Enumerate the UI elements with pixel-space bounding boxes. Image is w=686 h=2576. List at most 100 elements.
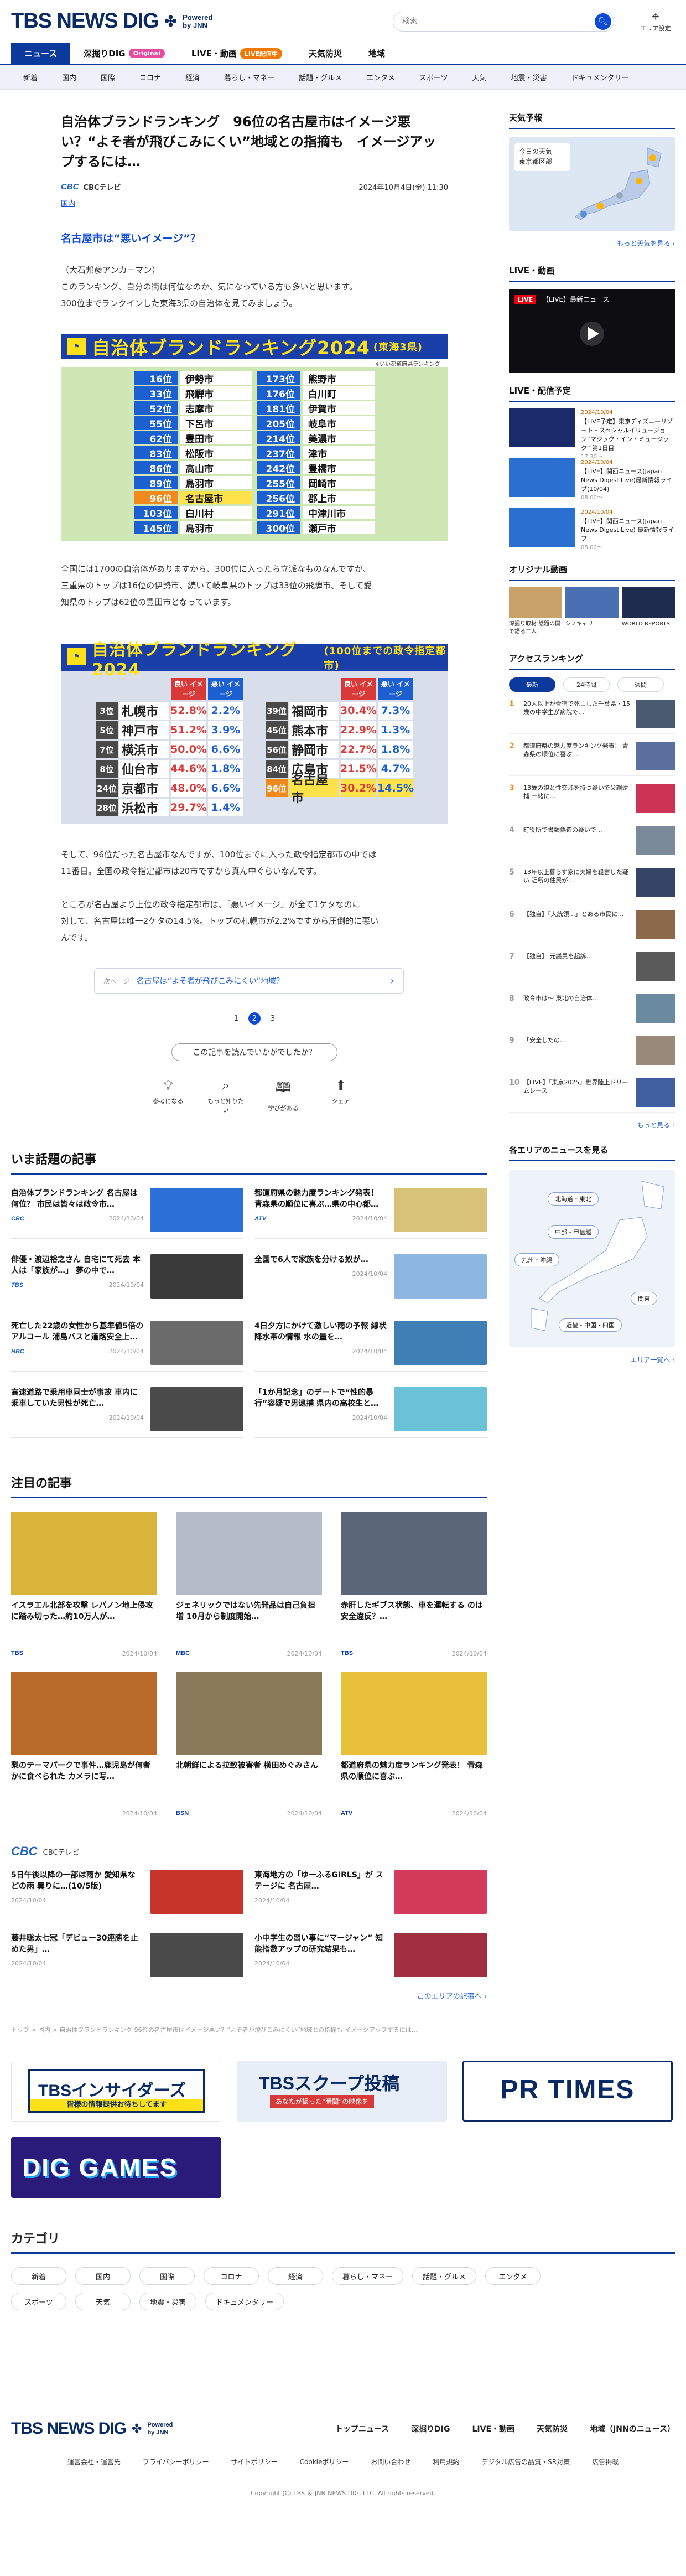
ranking-item[interactable]: 5 13年以上暮らす家に夫婦を殺害した疑い 近所の住民が…	[509, 868, 675, 902]
cbc-article[interactable]: 東海地方の「ゆーふるGIRLS」が ステージに 名古屋… 2024/10/04	[254, 1870, 487, 1920]
trending-article[interactable]: 高速道路で乗用車同士が事故 車内に乗車していた男性が死亡… 2024/10/04	[11, 1387, 243, 1438]
ranking-item[interactable]: 4 町役所で書類偽造の疑いで…	[509, 826, 675, 860]
banner-tbs-insiders[interactable]: TBSインサイダーズ 皆様の情報提供お待ちしてます	[11, 2061, 221, 2122]
subnav-item[interactable]: 国際	[89, 72, 127, 82]
area-pill-hokkaido-tohoku[interactable]: 北海道・東北	[548, 1192, 599, 1206]
ranking-item[interactable]: 6 【独自】「大統領…」とある市民に…	[509, 910, 675, 944]
trending-article[interactable]: 全国で6人で家族を分ける奴が… 2024/10/04	[254, 1254, 487, 1305]
cbc-article[interactable]: 5日午後以降の一部は雨か 愛知県などの雨 曇りに…(10/5版) 2024/10/…	[11, 1870, 243, 1920]
footer-link[interactable]: LIVE・動画	[472, 2423, 515, 2434]
article-tag[interactable]: 国内	[61, 198, 448, 208]
category-link[interactable]: エンタメ	[485, 2267, 541, 2285]
nav-live[interactable]: LIVE・動画 LIVE配信中	[178, 43, 295, 64]
footer-link[interactable]: トップニュース	[335, 2423, 389, 2434]
area-articles-link[interactable]: このエリアの記事へ ›	[11, 1990, 487, 2001]
category-link[interactable]: 地震・災害	[139, 2293, 197, 2310]
footer-link[interactable]: 天気防災	[537, 2423, 568, 2434]
featured-article[interactable]: 梨のテーマパークで事件…鹿児島が何者かに食べられた カメラに写… 2024/10/…	[11, 1672, 157, 1817]
category-link[interactable]: 新着	[11, 2267, 66, 2285]
trending-article[interactable]: 都道府県の魅力度ランキング発表！ 青森県の順位に喜ぶ…県の中心都… ATV 2024…	[254, 1188, 487, 1239]
next-page-link[interactable]: 次ページ 名古屋は“よそ者が飛びこみにくい”地域？ ›	[94, 968, 404, 994]
area-setting-button[interactable]: ⌖ エリア設定	[636, 10, 675, 33]
reaction-learning[interactable]: 🕮︎ 学びがある	[264, 1078, 303, 1114]
page-link-2[interactable]: 2	[248, 1012, 261, 1025]
tab-24h[interactable]: 24時間	[563, 677, 610, 692]
trending-article[interactable]: 「1か月記念」のデートで“性的暴行”容疑で男逮捕 県内の高校生と… 2024/10…	[254, 1387, 487, 1438]
ranking-item[interactable]: 7 【独自】 元議員を起訴…	[509, 952, 675, 986]
tab-weekly[interactable]: 週間	[617, 677, 664, 692]
reaction-helpful[interactable]: 💡︎ 参考になる	[149, 1078, 188, 1114]
area-pill-kinki[interactable]: 近畿・中国・四国	[559, 1318, 622, 1332]
category-link[interactable]: ドキュメンタリー	[205, 2293, 284, 2310]
live-schedule-item[interactable]: 2024/10/04 【LIVE予定】東京ディズニーリゾート・スペシャルイリュージ…	[509, 408, 675, 460]
footer-link[interactable]: 運営会社・運営先	[67, 2457, 121, 2466]
subnav-item[interactable]: 経済	[173, 72, 212, 82]
nav-news[interactable]: ニュース	[11, 43, 71, 64]
ranking-item[interactable]: 10 【LIVE】「東京2025」世界陸上ドリームレース	[509, 1078, 675, 1113]
cbc-article[interactable]: 小中学生の習い事に“マージャン” 知能指数アップの研究結果も… 2024/10/0…	[254, 1933, 487, 1983]
footer-link[interactable]: 地域（JNNのニュース）	[590, 2423, 675, 2434]
page-link-1[interactable]: 1	[234, 1015, 238, 1023]
ranking-item[interactable]: 9 「安全したの…	[509, 1036, 675, 1070]
subnav-item[interactable]: 新着	[11, 72, 50, 82]
original-video-item[interactable]: 深掘り取材 話題の国で語る二人	[509, 587, 562, 636]
original-video-item[interactable]: シノキャリ	[565, 587, 619, 636]
featured-article[interactable]: ジェネリックではない先発品は自己負担増 10月から制度開始… MBC 2024/10…	[176, 1512, 322, 1657]
trending-article[interactable]: 死亡した22歳の女性から基準値5倍のアルコール 浦島バスと道路安全上… HBC 20…	[11, 1321, 243, 1372]
article-source[interactable]: CBC CBCテレビ	[61, 182, 121, 192]
subnav-item[interactable]: スポーツ	[407, 72, 460, 82]
area-list-link[interactable]: エリア一覧へ ›	[509, 1355, 675, 1364]
banner-tbs-scoop[interactable]: TBSスクープ投稿 あなたが撮った“瞬間”の映像を	[237, 2061, 447, 2122]
footer-logo[interactable]: TBS NEWS DIG ✤ Powered by JNN	[11, 2419, 173, 2438]
category-link[interactable]: 話題・グルメ	[412, 2267, 477, 2285]
footer-link[interactable]: 広告掲載	[592, 2457, 619, 2466]
subnav-item[interactable]: 地震・災害	[499, 72, 559, 82]
category-link[interactable]: 天気	[75, 2293, 131, 2310]
site-logo[interactable]: TBS NEWS DIG ✤ Powered by JNN	[11, 9, 212, 33]
featured-article[interactable]: 北朝鮮による拉致被害者 横田めぐみさん BSN 2024/10/04	[176, 1672, 322, 1817]
category-link[interactable]: 国際	[139, 2267, 195, 2285]
area-pill-kanto[interactable]: 関東	[631, 1292, 657, 1305]
featured-article[interactable]: イスラエル北部を攻撃 レバノン地上侵攻に踏み切った…約10万人が… TBS 2024…	[11, 1512, 157, 1657]
search-icon[interactable]: 🔍︎	[595, 13, 611, 30]
banner-dig-games[interactable]: DIG GAMES	[11, 2137, 221, 2198]
category-link[interactable]: 国内	[75, 2267, 131, 2285]
featured-article[interactable]: 赤肝したギブス状態、車を運転する のは安全違反？… TBS 2024/10/04	[341, 1512, 487, 1657]
live-schedule-item[interactable]: 2024/10/04 【LIVE】関西ニュース(Japan News Digest…	[509, 508, 675, 551]
category-link[interactable]: 暮らし・マネー	[332, 2267, 404, 2285]
subnav-item[interactable]: コロナ	[127, 72, 173, 82]
area-pill-kyushu[interactable]: 九州・沖縄	[514, 1253, 559, 1266]
subnav-item[interactable]: エンタメ	[354, 72, 407, 82]
nav-weather[interactable]: 天気防災	[295, 43, 355, 64]
footer-link[interactable]: プライバシーポリシー	[143, 2457, 209, 2466]
ranking-more-link[interactable]: もっと見る ›	[509, 1120, 675, 1130]
footer-link[interactable]: デジタル広告の品質・SR対策	[481, 2457, 570, 2466]
original-video-item[interactable]: WORLD REPORTS	[622, 587, 675, 636]
reaction-know-more[interactable]: ⌕ もっと知りたい	[206, 1078, 245, 1114]
breadcrumb[interactable]: トップ > 国内 > 自治体ブランドランキング 96位の名古屋市はイメージ悪い？…	[11, 2025, 675, 2034]
weather-widget[interactable]: 今日の天気 東京都区部	[509, 137, 675, 231]
ranking-item[interactable]: 8 政令市は〜 東北の自治体…	[509, 994, 675, 1028]
category-link[interactable]: 経済	[268, 2267, 323, 2285]
ranking-item[interactable]: 3 13歳の娘と性交渉を持つ疑いで父親逮捕 一緒に…	[509, 784, 675, 818]
footer-link[interactable]: 深掘りDIG	[411, 2423, 450, 2434]
ranking-item[interactable]: 1 20人以上が合宿で死亡した千葉県・15歳の中学生が病院で…	[509, 700, 675, 734]
footer-link[interactable]: お問い合わせ	[371, 2457, 410, 2466]
category-link[interactable]: コロナ	[204, 2267, 259, 2285]
subnav-item[interactable]: 天気	[460, 72, 498, 82]
banner-pr-times[interactable]: PR TIMES	[462, 2061, 673, 2122]
subnav-item[interactable]: 話題・グルメ	[287, 72, 354, 82]
cbc-article[interactable]: 藤井聡太七冠「デビュー30連勝を止めた男」… 2024/10/04	[11, 1933, 243, 1983]
nav-region[interactable]: 地域	[355, 43, 398, 64]
subnav-item[interactable]: 国内	[50, 72, 89, 82]
live-video-player[interactable]: LIVE 【LIVE】最新ニュース	[509, 289, 675, 373]
trending-article[interactable]: 4日夕方にかけて激しい雨の予報 線状降水帯の情報 水の量を… 2024/10/04	[254, 1321, 487, 1372]
page-link-3[interactable]: 3	[271, 1015, 275, 1023]
footer-link[interactable]: サイトポリシー	[231, 2457, 278, 2466]
nav-dig[interactable]: 深掘りDIG Original	[70, 43, 178, 64]
trending-article[interactable]: 俳優・渡辺裕之さん 自宅にて死去 本人は「家族が…」 夢の中で… TBS 2024/…	[11, 1254, 243, 1305]
category-link[interactable]: スポーツ	[11, 2293, 66, 2310]
live-schedule-item[interactable]: 2024/10/04 【LIVE】関西ニュース(Japan News Digest…	[509, 458, 675, 501]
area-pill-chubu[interactable]: 中部・甲信越	[548, 1225, 599, 1239]
search-input[interactable]	[402, 17, 595, 26]
